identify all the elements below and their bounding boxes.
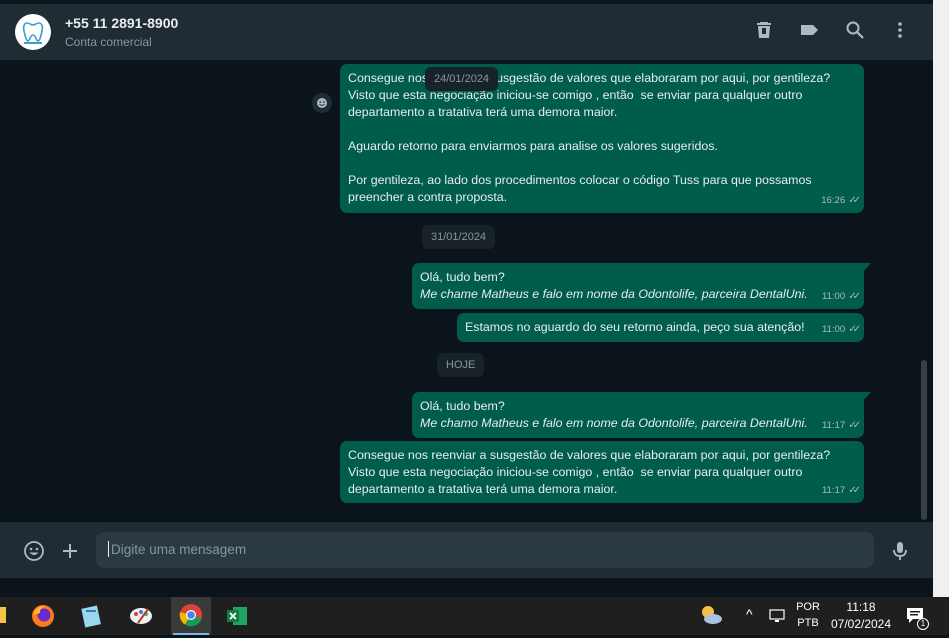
window-bottom-edge (0, 578, 933, 597)
bubble-tail (863, 263, 871, 272)
message-time: 16:26 ✓✓ (821, 195, 861, 206)
message-line: Aguardo retorno para enviarmos para anal… (348, 139, 718, 153)
clock-time[interactable]: 11:18 (830, 600, 892, 614)
attach-plus-icon[interactable] (58, 539, 82, 563)
read-check-icon: ✓✓ (848, 195, 861, 206)
chat-header[interactable]: +55 11 2891-8900 Conta comercial (0, 4, 933, 60)
read-check-icon: ✓✓ (848, 485, 861, 496)
firefox-icon[interactable] (28, 601, 58, 631)
chevron-up-icon[interactable]: ^ (746, 606, 753, 622)
file-explorer-icon[interactable] (0, 607, 6, 623)
message-line (348, 121, 856, 138)
message-line: Me chamo Matheus e falo em nome da Odont… (420, 416, 808, 430)
message-line: Me chame Matheus e falo em nome da Odont… (420, 287, 808, 301)
avatar[interactable] (15, 14, 51, 50)
weather-icon[interactable] (696, 600, 726, 630)
clock-date[interactable]: 07/02/2024 (830, 617, 892, 631)
notification-badge: 1 (917, 618, 929, 630)
microphone-icon[interactable] (888, 539, 912, 563)
windows-taskbar: ^ POR PTB 11:18 07/02/2024 1 (0, 597, 949, 635)
message-bubble[interactable]: Consegue nos reenviar a susgestão de val… (340, 64, 864, 213)
contact-subtitle: Conta comercial (65, 35, 152, 49)
language-indicator-bottom[interactable]: PTB (796, 617, 820, 629)
notes-app-icon[interactable] (76, 601, 106, 631)
network-icon[interactable] (768, 608, 786, 624)
message-line: Olá, tudo bem? (420, 270, 505, 284)
emoji-react-icon[interactable] (312, 93, 332, 113)
message-bubble[interactable]: Olá, tudo bem? Me chamo Matheus e falo e… (412, 392, 871, 438)
message-line: Consegue nos reenviar a susgestão de val… (348, 448, 831, 462)
message-bubble[interactable]: Estamos no aguardo do seu retorno ainda,… (457, 313, 864, 342)
date-chip: 24/01/2024 (425, 67, 499, 91)
message-bubble[interactable]: Consegue nos reenviar a susgestão de val… (340, 441, 864, 503)
message-line (348, 155, 856, 172)
message-line: departamento a tratativa terá uma demora… (348, 482, 618, 496)
message-time: 11:00 ✓✓ (821, 324, 861, 335)
emoji-icon[interactable] (22, 539, 46, 563)
search-icon[interactable] (843, 18, 867, 42)
delete-icon[interactable] (752, 18, 776, 42)
message-line: Olá, tudo bem? (420, 399, 505, 413)
date-chip: 31/01/2024 (422, 225, 496, 249)
label-icon[interactable] (797, 18, 821, 42)
message-line: departamento a tratativa terá uma demora… (348, 105, 618, 119)
message-line: Visto que esta negociação iniciou-se com… (348, 88, 803, 102)
excel-icon[interactable] (222, 601, 252, 631)
text-caret (108, 541, 109, 557)
whatsapp-window: +55 11 2891-8900 Conta comercial Consegu… (0, 0, 949, 635)
read-check-icon: ✓✓ (848, 420, 861, 431)
message-line: Por gentileza, ao lado dos procedimentos… (348, 173, 812, 187)
bubble-tail (863, 392, 871, 401)
menu-icon[interactable] (888, 18, 912, 42)
message-composer: Digite uma mensagem (0, 522, 933, 578)
language-indicator-top[interactable]: POR (796, 601, 820, 613)
chat-scrollbar[interactable] (921, 360, 927, 520)
message-input[interactable]: Digite uma mensagem (96, 532, 874, 568)
message-line: Visto que esta negociação iniciou-se com… (348, 465, 803, 479)
read-check-icon: ✓✓ (848, 324, 861, 335)
chrome-icon[interactable] (171, 597, 211, 635)
message-time: 11:17 ✓✓ (821, 485, 861, 496)
message-line: Estamos no aguardo do seu retorno ainda,… (465, 320, 805, 334)
message-line: preencher a contra proposta. (348, 190, 508, 204)
contact-name[interactable]: +55 11 2891-8900 (65, 15, 178, 31)
paint-icon[interactable] (126, 601, 156, 631)
chat-area[interactable]: Consegue nos reenviar a susgestão de val… (0, 60, 933, 522)
date-chip: HOJE (437, 353, 485, 377)
background-window-edge (933, 0, 949, 597)
read-check-icon: ✓✓ (848, 291, 861, 302)
message-time: 11:17 ✓✓ (821, 420, 861, 431)
message-time: 11:00 ✓✓ (821, 291, 861, 302)
message-bubble[interactable]: Olá, tudo bem? Me chame Matheus e falo e… (412, 263, 871, 309)
